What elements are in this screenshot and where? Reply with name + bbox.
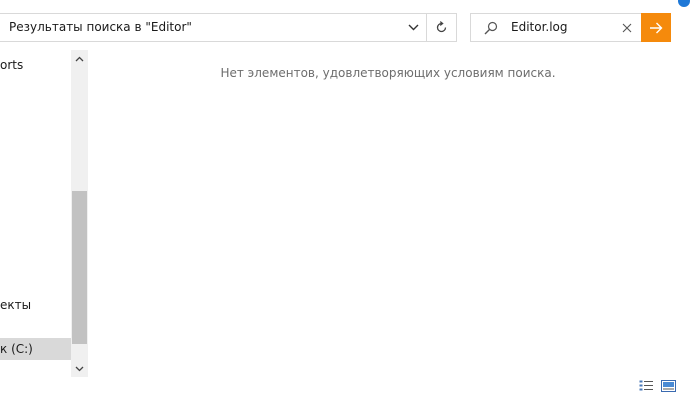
scroll-up-button[interactable] [71, 50, 88, 67]
empty-results-message: Нет элементов, удовлетворяющих условиям … [220, 66, 556, 80]
search-input[interactable]: Editor.log [470, 13, 642, 42]
address-path: Результаты поиска в "Editor" [9, 20, 192, 34]
large-icons-view-button[interactable] [661, 379, 676, 392]
chevron-up-icon [75, 56, 84, 61]
nav-item-label: orts [0, 58, 24, 72]
search-go-button[interactable] [641, 13, 671, 42]
search-query: Editor.log [511, 20, 568, 34]
address-bar[interactable]: Результаты поиска в "Editor" [0, 13, 457, 42]
arrow-right-icon [650, 22, 663, 33]
chevron-down-icon [75, 366, 84, 371]
refresh-icon [436, 21, 447, 33]
nav-scrollbar[interactable] [71, 50, 88, 377]
scroll-down-button[interactable] [71, 360, 88, 377]
help-icon[interactable] [678, 0, 690, 7]
nav-item-local-disk-c[interactable]: к (C:) [0, 338, 71, 360]
close-icon [622, 23, 632, 32]
large-icons-view-icon [661, 379, 676, 392]
details-view-button[interactable] [639, 379, 654, 392]
chevron-down-icon[interactable] [400, 14, 426, 41]
refresh-button[interactable] [427, 14, 456, 41]
top-clipped-strip [0, 0, 690, 10]
nav-item-label: екты [0, 298, 32, 312]
clear-search-button[interactable] [617, 17, 637, 38]
scroll-thumb[interactable] [72, 191, 87, 344]
nav-item-label: к (C:) [0, 342, 33, 356]
search-icon [484, 21, 498, 35]
details-view-icon [639, 380, 653, 391]
